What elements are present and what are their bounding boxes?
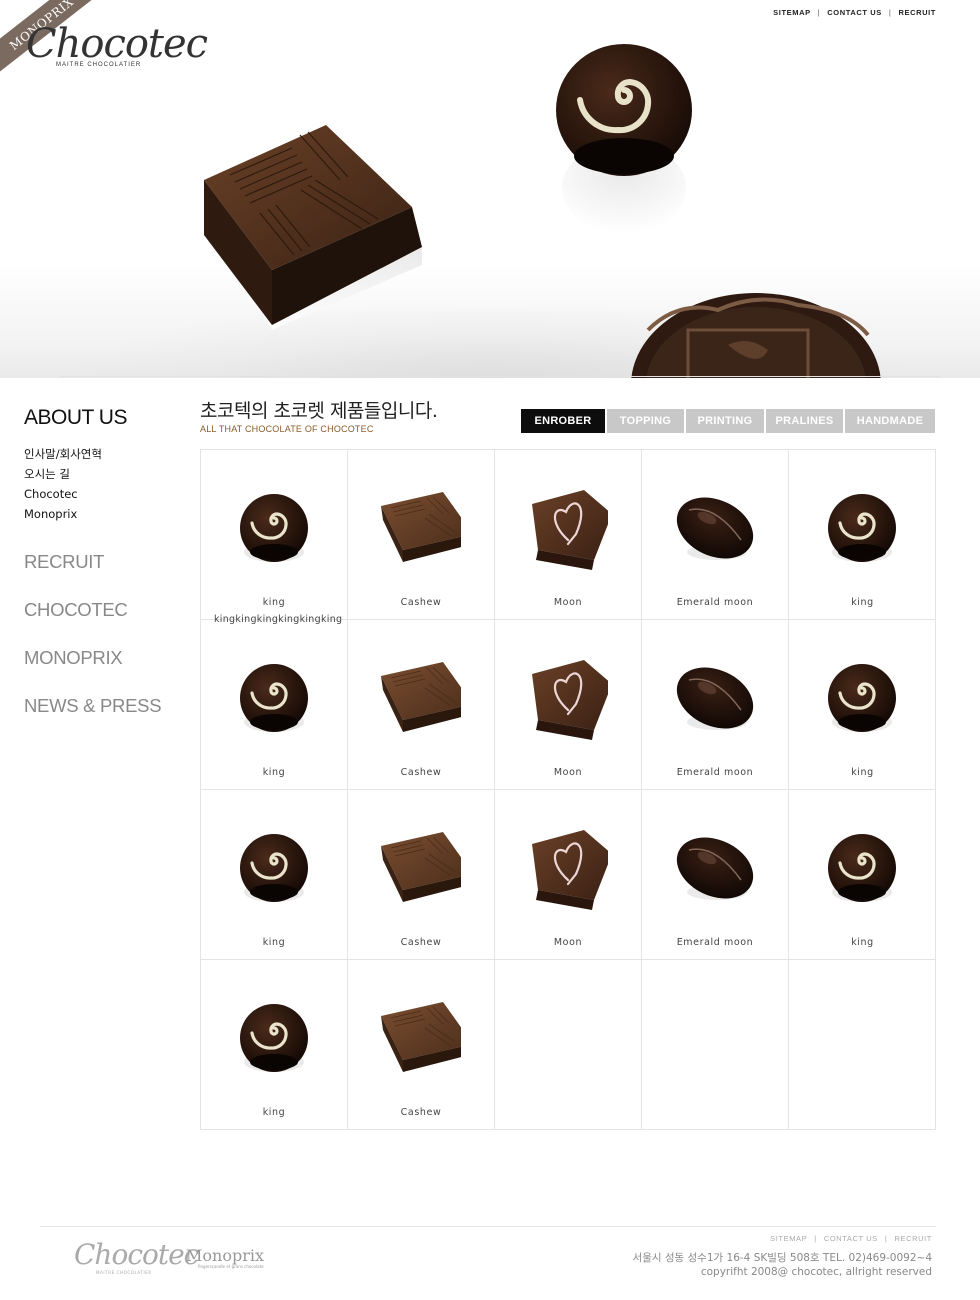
product-name: Cashew [400,937,442,948]
top-links: SITEMAP | CONTACT US | RECRUIT [773,8,936,17]
heart-chocolate-icon [532,490,608,570]
product-name: king [851,937,874,948]
swirl-chocolate-icon [240,664,308,732]
footer-chocotec-logo[interactable]: Chocotec MAITRE CHOCOLATIER [74,1238,199,1276]
overflow-label: kingkingkingkingkingking [214,614,343,625]
sidebar-item-monoprix-main[interactable]: MONOPRIX [24,646,194,694]
product-name: Moon [553,937,583,948]
copyright-text: copyrifht 2008@ chocotec, allright reser… [700,1266,932,1278]
product-name: Cashew [400,1107,442,1118]
footer-monoprix-wordmark: Monoprix [186,1246,264,1265]
heart-chocolate-icon [532,660,608,740]
category-tabs: ENROBER TOPPING PRINTING PRALINES HANDMA… [521,409,935,433]
product-card[interactable]: king [201,450,348,620]
product-grid: king Cashew Moon Emerald moon king king Cashew… [200,449,936,1130]
product-card[interactable]: king [789,790,936,960]
swirl-chocolate-icon [240,494,308,562]
swirl-chocolate-icon [240,834,308,902]
product-name: king [851,767,874,778]
footer-logo-wordmark: Chocotec [74,1238,199,1271]
tab-handmade[interactable]: HANDMADE [845,409,935,433]
product-card[interactable]: Cashew [348,960,495,1130]
square-chocolate-icon [381,662,461,732]
sidebar-main-menu: RECRUIT CHOCOTEC MONOPRIX NEWS & PRESS [24,550,194,742]
footer-contact-link[interactable]: CONTACT US [824,1234,878,1243]
sidebar-item-directions[interactable]: 오시는 길 [24,464,194,484]
contact-us-link[interactable]: CONTACT US [827,8,882,17]
footer-monoprix-tagline: fingerscandle et grans chocolate [198,1264,264,1269]
product-card[interactable]: king [789,450,936,620]
product-card[interactable]: Cashew [348,620,495,790]
product-card[interactable]: Emerald moon [642,450,789,620]
product-name: king [262,1107,286,1118]
product-card[interactable]: Moon [495,790,642,960]
sidebar-sub-menu: 인사말/회사연혁 오시는 길 Chocotec Monoprix [24,444,194,524]
recruit-link[interactable]: RECRUIT [898,8,936,17]
tab-printing[interactable]: PRINTING [686,409,764,433]
square-chocolate-icon [381,492,461,562]
sidebar-item-monoprix[interactable]: Monoprix [24,504,194,524]
logo-wordmark: Chocotec [26,21,208,67]
empty-cell [642,960,789,1130]
product-name: king [262,597,286,608]
sidebar-title[interactable]: ABOUT US [24,406,194,430]
tab-enrober[interactable]: ENROBER [521,409,605,433]
hero-divider [60,376,940,377]
product-card[interactable]: Cashew [348,450,495,620]
sitemap-link[interactable]: SITEMAP [773,8,811,17]
product-name: Emerald moon [676,767,754,778]
truffle-chocolate-image [556,44,692,234]
page-subtitle: ALL THAT CHOCOLATE OF CHOCOTEC [200,424,374,434]
footer-recruit-link[interactable]: RECRUIT [894,1234,932,1243]
product-name: king [851,597,874,608]
empty-cell [789,960,936,1130]
tab-pralines[interactable]: PRALINES [766,409,843,433]
coin-chocolate-image [631,293,881,378]
product-name: Cashew [400,597,442,608]
square-chocolate-icon [381,1002,461,1072]
oval-chocolate-icon [676,497,754,560]
footer-sitemap-link[interactable]: SITEMAP [770,1234,807,1243]
swirl-chocolate-icon [828,494,896,562]
product-name: Emerald moon [676,597,754,608]
product-name: king [262,767,286,778]
empty-cell [495,960,642,1130]
sidebar-item-chocotec[interactable]: Chocotec [24,484,194,504]
product-card[interactable]: Moon [495,450,642,620]
oval-chocolate-icon [676,667,754,730]
sidebar-item-news-press[interactable]: NEWS & PRESS [24,694,194,742]
product-card[interactable]: Cashew [348,790,495,960]
sidebar-item-greeting[interactable]: 인사말/회사연혁 [24,444,194,464]
sidebar-item-recruit[interactable]: RECRUIT [24,550,194,598]
swirl-chocolate-icon [240,1004,308,1072]
swirl-chocolate-icon [828,664,896,732]
product-card[interactable]: king [789,620,936,790]
product-name: Moon [553,597,583,608]
address-text: 서울시 성동 성수1가 16-4 SK빌딩 508호 TEL. 02)469-0… [632,1252,932,1264]
product-name: Cashew [400,767,442,778]
square-chocolate-icon [381,832,461,902]
sidebar: ABOUT US 인사말/회사연혁 오시는 길 Chocotec Monopri… [24,406,194,742]
page-title: 초코텍의 초코렛 제품들입니다. [200,400,438,422]
footer-divider [40,1226,936,1227]
heart-chocolate-icon [532,830,608,910]
tab-topping[interactable]: TOPPING [607,409,684,433]
chocotec-logo[interactable]: Chocotec MAITRE CHOCOLATIER [26,21,208,84]
product-name: king [262,937,286,948]
product-card[interactable]: Emerald moon [642,790,789,960]
product-card[interactable]: king [201,960,348,1130]
product-name: Moon [553,767,583,778]
product-card[interactable]: king [201,620,348,790]
product-name: Emerald moon [676,937,754,948]
sidebar-item-chocotec-main[interactable]: CHOCOTEC [24,598,194,646]
oval-chocolate-icon [676,837,754,900]
product-card[interactable]: Moon [495,620,642,790]
footer-links: SITEMAP | CONTACT US | RECRUIT [770,1234,932,1243]
footer-address: 서울시 성동 성수1가 16-4 SK빌딩 508호 TEL. 02)469-0… [633,1251,932,1279]
product-card[interactable]: king [201,790,348,960]
swirl-chocolate-icon [828,834,896,902]
square-chocolate-image [204,125,422,330]
product-card[interactable]: Emerald moon [642,620,789,790]
footer-monoprix-logo[interactable]: Monoprix fingerscandle et grans chocolat… [186,1246,264,1270]
